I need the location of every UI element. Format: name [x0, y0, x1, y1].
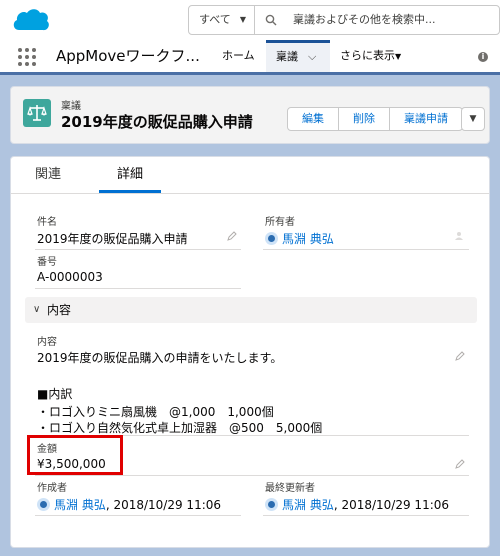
created-by-label: 作成者 [37, 483, 67, 494]
global-header: すべて ▼ 稟議およびその他を検索中... [0, 0, 500, 40]
search-input[interactable]: 稟議およびその他を検索中... [293, 6, 436, 34]
info-icon[interactable]: i [478, 52, 488, 62]
field-divider [35, 475, 469, 476]
scales-icon [23, 99, 51, 127]
caret-down-icon: ▼ [239, 15, 246, 24]
owner-field-label: 所有者 [265, 217, 295, 228]
nav-item-home[interactable]: ホーム [222, 40, 255, 72]
avatar [37, 498, 50, 511]
content-line: 2019年度の販促品購入の申請をいたします。 [37, 351, 283, 365]
modified-by-value: 馬淵 典弘, 2018/10/29 11:06 [265, 496, 449, 513]
chevron-down-icon: ∨ [33, 304, 41, 315]
avatar [265, 498, 278, 511]
created-by-value: 馬淵 典弘, 2018/10/29 11:06 [37, 496, 221, 513]
search-scope-label: すべて [199, 13, 231, 26]
app-navigation: AppMoveワークフ... ホーム 稟議 ⌵ さらに表示▼ i [0, 40, 500, 75]
content-section-header[interactable]: ∨ 内容 [25, 297, 477, 323]
number-field-value: A-0000003 [37, 270, 103, 284]
modified-by-label: 最終更新者 [265, 483, 315, 494]
field-divider [35, 515, 241, 516]
field-divider [263, 515, 469, 516]
pencil-icon[interactable] [455, 459, 465, 469]
search-icon [265, 14, 277, 26]
owner-field-value: 馬淵 典弘 [265, 230, 334, 247]
highlight-box [27, 435, 123, 475]
nav-item-ringi[interactable]: 稟議 ⌵ [266, 40, 330, 72]
content-field-label: 内容 [37, 337, 57, 348]
name-field-value: 2019年度の販促品購入申請 [37, 232, 188, 246]
pencil-icon[interactable] [455, 351, 465, 361]
record-action-buttons: 編集 削除 稟議申請 [287, 107, 463, 131]
record-header: 稟議 2019年度の販促品購入申請 編集 削除 稟議申請 ▼ [10, 86, 490, 144]
tab-details[interactable]: 詳細 [99, 157, 161, 193]
chevron-down-icon[interactable]: ⌵ [308, 43, 316, 71]
created-date: , 2018/10/29 11:06 [105, 498, 222, 512]
nav-item-more[interactable]: さらに表示▼ [340, 40, 401, 73]
field-divider [35, 249, 241, 250]
search-scope-select[interactable]: すべて ▼ [189, 6, 255, 34]
created-by-link[interactable]: 馬淵 典弘 [54, 498, 106, 512]
avatar [265, 232, 278, 245]
caret-down-icon: ▼ [395, 52, 402, 61]
change-owner-icon[interactable] [455, 231, 465, 241]
record-title: 2019年度の販促品購入申請 [61, 113, 253, 131]
owner-link[interactable]: 馬淵 典弘 [282, 232, 334, 246]
edit-button[interactable]: 編集 [288, 108, 339, 130]
app-launcher-icon[interactable] [18, 48, 36, 66]
content-line: ・ロゴ入りミニ扇風機 @1,000 1,000個 [37, 405, 274, 419]
salesforce-logo-icon[interactable] [11, 6, 51, 34]
tab-related[interactable]: 関連 [35, 157, 61, 193]
content-line: ■内訳 [37, 387, 73, 401]
app-name: AppMoveワークフ... [56, 47, 200, 65]
delete-button[interactable]: 削除 [339, 108, 390, 130]
record-type-label: 稟議 [61, 101, 81, 112]
more-actions-dropdown-icon[interactable]: ▼ [461, 107, 485, 131]
modified-by-link[interactable]: 馬淵 典弘 [282, 498, 334, 512]
nav-more-label: さらに表示 [340, 49, 395, 62]
tab-bar: 関連 詳細 [11, 157, 489, 194]
field-divider [35, 288, 241, 289]
record-detail-card: 関連 詳細 件名 2019年度の販促品購入申請 所有者 馬淵 典弘 番号 A-0… [10, 156, 490, 548]
nav-item-label: 稟議 [276, 50, 298, 63]
number-field-label: 番号 [37, 257, 57, 268]
modified-date: , 2018/10/29 11:06 [333, 498, 450, 512]
submit-approval-button[interactable]: 稟議申請 [390, 108, 462, 130]
global-search[interactable]: すべて ▼ 稟議およびその他を検索中... [188, 5, 500, 35]
name-field-label: 件名 [37, 217, 57, 228]
content-line: ・ロゴ入り自然気化式卓上加湿器 @500 5,000個 [37, 421, 323, 435]
section-title: 内容 [47, 303, 72, 317]
field-divider [263, 249, 469, 250]
pencil-icon[interactable] [227, 231, 237, 241]
